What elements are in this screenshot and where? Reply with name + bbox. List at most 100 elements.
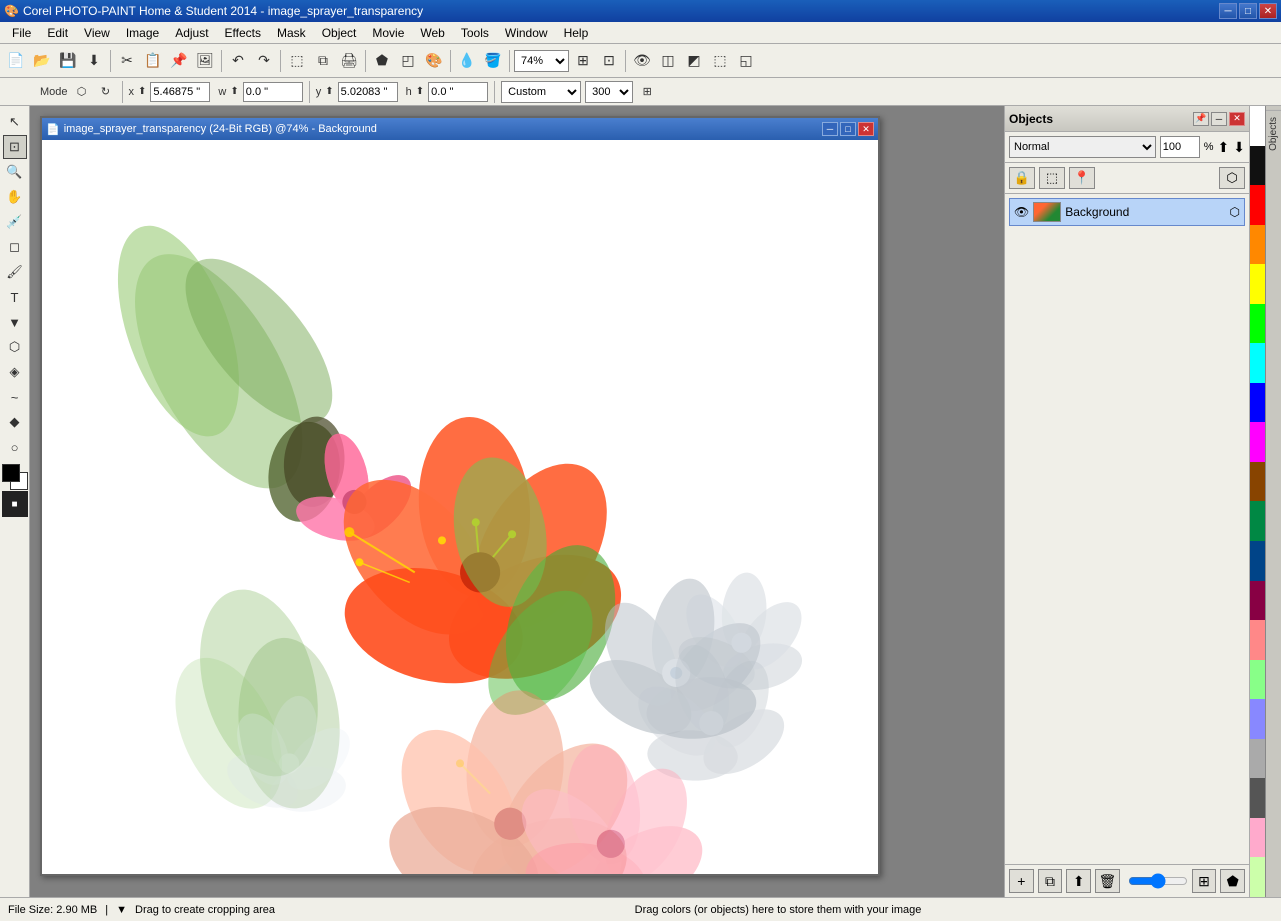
merge-button[interactable]: ⊞ <box>1192 869 1217 893</box>
tool-eraser[interactable]: ◻ <box>3 235 27 259</box>
palette-darkgreen[interactable] <box>1250 501 1265 541</box>
panel-close-button[interactable]: ✕ <box>1229 112 1245 126</box>
palette-yellow[interactable] <box>1250 264 1265 304</box>
close-button[interactable]: ✕ <box>1259 3 1277 19</box>
undo-button[interactable]: ↶ <box>226 49 250 73</box>
view4-button[interactable]: ⬚ <box>708 49 732 73</box>
duplicate-layer-button[interactable]: ⧉ <box>1038 869 1063 893</box>
color-button[interactable]: 🎨 <box>422 49 446 73</box>
mode-normal-button[interactable]: ⬡ <box>72 82 92 102</box>
h-input[interactable] <box>428 82 488 102</box>
size-apply-button[interactable]: ⊞ <box>637 82 657 102</box>
tool-clone[interactable]: ◈ <box>3 360 27 384</box>
palette-orange[interactable] <box>1250 225 1265 265</box>
menu-effects[interactable]: Effects <box>217 24 269 42</box>
menu-movie[interactable]: Movie <box>364 24 412 42</box>
save-button[interactable]: 💾 <box>56 49 80 73</box>
zoom-slider[interactable] <box>1128 873 1188 889</box>
tool-blend[interactable]: ⬡ <box>3 335 27 359</box>
palette-lightgreen[interactable] <box>1250 660 1265 700</box>
y-input[interactable] <box>338 82 398 102</box>
palette-brown[interactable] <box>1250 462 1265 502</box>
palette-blue[interactable] <box>1250 383 1265 423</box>
document-canvas[interactable] <box>42 140 878 874</box>
palette-cyan[interactable] <box>1250 343 1265 383</box>
tool-crop[interactable]: ⊡ <box>3 135 27 159</box>
palette-gray[interactable] <box>1250 739 1265 779</box>
lock-position-button[interactable]: 📍 <box>1069 167 1095 189</box>
eyedrop-button[interactable]: 💧 <box>455 49 479 73</box>
mode-refresh-button[interactable]: ↻ <box>96 82 116 102</box>
w-input[interactable] <box>243 82 303 102</box>
tool-fill[interactable]: ▼ <box>3 310 27 334</box>
tool-select[interactable]: ↖ <box>3 110 27 134</box>
new-button[interactable]: 📄 <box>4 49 28 73</box>
opacity-input[interactable] <box>1160 136 1200 158</box>
zoom-fit-button[interactable]: ⊞ <box>571 49 595 73</box>
new-layer-button[interactable]: + <box>1009 869 1034 893</box>
paste-special-button[interactable]: 🖼 <box>193 49 217 73</box>
flatten-button[interactable]: ⬟ <box>1220 869 1245 893</box>
panel-pin-button[interactable]: 📌 <box>1193 112 1209 126</box>
opacity-up-button[interactable]: ⬆ <box>1218 139 1230 156</box>
move-up-button[interactable]: ⬆ <box>1066 869 1091 893</box>
layer-options-button[interactable]: ⬡ <box>1219 167 1245 189</box>
palette-lime[interactable] <box>1250 857 1265 897</box>
menu-web[interactable]: Web <box>412 24 452 42</box>
doc-minimize-button[interactable]: ─ <box>822 122 838 136</box>
palette-white[interactable] <box>1250 106 1265 146</box>
tool-dodge[interactable]: ○ <box>3 435 27 459</box>
minimize-button[interactable]: ─ <box>1219 3 1237 19</box>
tool-zoom[interactable]: 🔍 <box>3 160 27 184</box>
tool-paint[interactable]: 🖌 <box>3 260 27 284</box>
print-button[interactable]: 🖨 <box>337 49 361 73</box>
palette-red[interactable] <box>1250 185 1265 225</box>
menu-view[interactable]: View <box>76 24 118 42</box>
maximize-button[interactable]: □ <box>1239 3 1257 19</box>
menu-help[interactable]: Help <box>556 24 597 42</box>
view-toggle-button[interactable]: 👁 <box>630 49 654 73</box>
doc-restore-button[interactable]: □ <box>840 122 856 136</box>
mask2-button[interactable]: ◰ <box>396 49 420 73</box>
tool-black-swatch[interactable]: ■ <box>2 491 28 517</box>
tool-pan[interactable]: ✋ <box>3 185 27 209</box>
palette-pink[interactable] <box>1250 620 1265 660</box>
tool-smear[interactable]: ~ <box>3 385 27 409</box>
select-button[interactable]: ⬚ <box>285 49 309 73</box>
menu-tools[interactable]: Tools <box>453 24 497 42</box>
zoom-select[interactable]: 74%25%50%100%150% <box>514 50 569 72</box>
redo-button[interactable]: ↷ <box>252 49 276 73</box>
blend-mode-select[interactable]: Normal Multiply Screen Overlay <box>1009 136 1156 158</box>
zoom-actual-button[interactable]: ⊡ <box>597 49 621 73</box>
layer-edit-button[interactable]: ⬡ <box>1230 205 1240 219</box>
menu-object[interactable]: Object <box>314 24 365 42</box>
menu-image[interactable]: Image <box>118 24 167 42</box>
delete-layer-button[interactable]: 🗑 <box>1095 869 1120 893</box>
view3-button[interactable]: ◩ <box>682 49 706 73</box>
fill-button[interactable]: 🪣 <box>481 49 505 73</box>
preset-select[interactable]: Custom <box>501 81 581 103</box>
palette-darkgray[interactable] <box>1250 778 1265 818</box>
paste-button[interactable]: 📌 <box>167 49 191 73</box>
menu-adjust[interactable]: Adjust <box>167 24 216 42</box>
menu-window[interactable]: Window <box>497 24 556 42</box>
transform-button[interactable]: ⧉ <box>311 49 335 73</box>
vtab-objects[interactable]: Objects <box>1266 110 1281 157</box>
layer-visibility-toggle[interactable]: 👁 <box>1014 205 1029 219</box>
mask-button[interactable]: ⬟ <box>370 49 394 73</box>
layer-item-background[interactable]: 👁 Background ⬡ <box>1009 198 1245 226</box>
size-select[interactable]: 300 <box>585 81 633 103</box>
cut-button[interactable]: ✂ <box>115 49 139 73</box>
opacity-down-button[interactable]: ⬇ <box>1233 139 1245 156</box>
palette-lightpink[interactable] <box>1250 818 1265 858</box>
doc-close-button[interactable]: ✕ <box>858 122 874 136</box>
open-button[interactable]: 📂 <box>30 49 54 73</box>
panel-minimize-button[interactable]: ─ <box>1211 112 1227 126</box>
status-dropdown[interactable]: ▼ <box>116 904 127 916</box>
menu-file[interactable]: File <box>4 24 39 42</box>
menu-edit[interactable]: Edit <box>39 24 76 42</box>
view2-button[interactable]: ◫ <box>656 49 680 73</box>
tool-eyedropper[interactable]: 💉 <box>3 210 27 234</box>
fg-color-swatch[interactable] <box>2 464 20 482</box>
palette-magenta[interactable] <box>1250 422 1265 462</box>
